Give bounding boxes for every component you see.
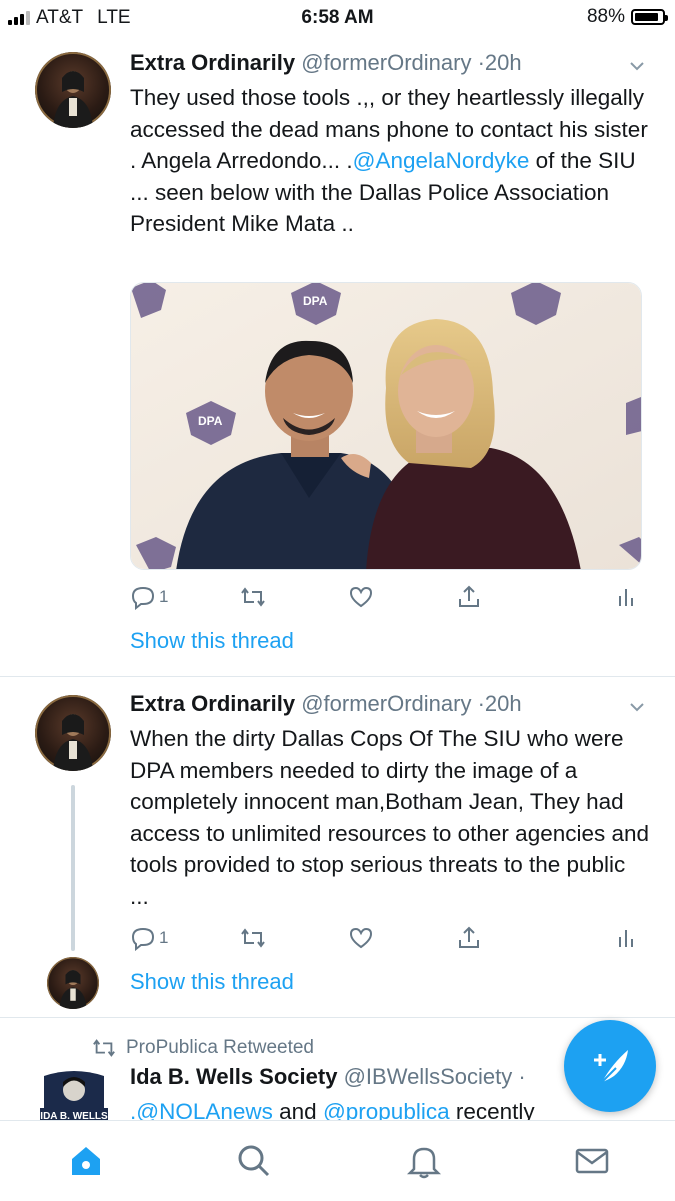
tweet-actions: 1 <box>130 584 640 614</box>
analytics-icon <box>619 589 633 606</box>
dot-separator: · <box>477 691 485 716</box>
avatar[interactable] <box>35 695 111 771</box>
status-right: 88% <box>586 6 668 28</box>
clock: 6:58 AM <box>301 7 374 28</box>
tweet-header: Ida B. Wells Society @IBWellsSociety · <box>130 1064 526 1090</box>
dot-separator: · <box>477 50 485 75</box>
avatar-small[interactable] <box>47 957 99 1009</box>
mention-link[interactable]: .@NOLAnews <box>130 1099 273 1120</box>
analytics-icon <box>619 930 633 947</box>
dot-separator: · <box>518 1064 526 1089</box>
display-name[interactable]: Extra Ordinarily <box>130 691 295 716</box>
tweet[interactable]: Extra Ordinarily @formerOrdinary ·20h Wh… <box>0 677 675 1017</box>
like-button[interactable] <box>348 925 374 951</box>
svg-text:DPA: DPA <box>303 294 328 308</box>
avatar-portrait-icon <box>35 52 111 128</box>
tweet[interactable]: Extra Ordinarily @formerOrdinary ·20h Th… <box>0 36 675 676</box>
tweet-text-part: recently <box>449 1099 535 1120</box>
tweet-header: Extra Ordinarily @formerOrdinary ·20h <box>130 50 522 76</box>
retweet-icon <box>93 1039 115 1057</box>
share-button[interactable] <box>456 925 482 951</box>
divider <box>0 1017 675 1018</box>
reply-icon <box>131 586 155 610</box>
battery-percent: 88% <box>586 6 625 27</box>
display-name[interactable]: Extra Ordinarily <box>130 50 295 75</box>
analytics-button[interactable] <box>614 584 640 610</box>
tab-bar <box>0 1120 675 1201</box>
photo-image: DPA DPA <box>131 283 641 569</box>
messages-icon[interactable] <box>572 1141 612 1181</box>
show-thread-link[interactable]: Show this thread <box>130 628 294 654</box>
svg-text:IDA B. WELLS: IDA B. WELLS <box>40 1111 108 1120</box>
retweet-context[interactable]: ProPublica Retweeted <box>92 1036 314 1060</box>
show-thread-link[interactable]: Show this thread <box>130 969 294 995</box>
home-icon[interactable] <box>66 1141 106 1181</box>
share-icon <box>459 926 479 948</box>
avatar[interactable] <box>35 52 111 128</box>
timestamp[interactable]: 20h <box>485 50 522 75</box>
tweet-photo[interactable]: DPA DPA <box>130 282 642 570</box>
avatar[interactable]: IDA B. WELLS <box>36 1068 112 1120</box>
retweet-button[interactable] <box>240 925 266 951</box>
handle[interactable]: @formerOrdinary <box>301 50 471 75</box>
reply-count: 1 <box>159 928 169 947</box>
mention-link[interactable]: @AngelaNordyke <box>353 148 530 173</box>
chevron-down-icon[interactable] <box>629 699 645 715</box>
reply-button[interactable]: 1 <box>130 925 168 951</box>
like-button[interactable] <box>348 584 374 610</box>
status-bar: AT&T LTE 6:58 AM 88% <box>0 0 675 36</box>
chevron-down-icon[interactable] <box>629 58 645 74</box>
display-name[interactable]: Ida B. Wells Society <box>130 1064 337 1089</box>
handle[interactable]: @formerOrdinary <box>301 691 471 716</box>
share-icon <box>459 585 479 607</box>
tweet-text-part: and <box>272 1099 323 1120</box>
retweet-button[interactable] <box>240 584 266 610</box>
ida-b-wells-logo-icon: IDA B. WELLS <box>40 1071 108 1120</box>
compose-button[interactable] <box>564 1020 656 1112</box>
retweet-icon <box>241 587 265 607</box>
share-button[interactable] <box>456 584 482 610</box>
avatar-portrait-icon <box>47 957 99 1009</box>
reply-button[interactable]: 1 <box>130 584 168 610</box>
retweeted-by-label: ProPublica Retweeted <box>126 1037 314 1058</box>
handle[interactable]: @IBWellsSociety <box>344 1064 513 1089</box>
reply-count: 1 <box>159 587 169 606</box>
thread-line <box>71 785 75 951</box>
compose-icon <box>594 1050 628 1083</box>
mention-link[interactable]: @propublica <box>323 1099 450 1120</box>
reply-icon <box>131 927 155 951</box>
svg-text:DPA: DPA <box>198 414 223 428</box>
search-icon[interactable] <box>234 1141 274 1181</box>
like-icon <box>349 927 373 949</box>
avatar-portrait-icon <box>35 695 111 771</box>
timestamp[interactable]: 20h <box>485 691 522 716</box>
notifications-icon[interactable] <box>404 1141 444 1181</box>
battery-icon <box>631 9 668 25</box>
like-icon <box>349 586 373 608</box>
analytics-button[interactable] <box>614 925 640 951</box>
tweet-header: Extra Ordinarily @formerOrdinary ·20h <box>130 691 522 717</box>
tweet-text: When the dirty Dallas Cops Of The SIU wh… <box>130 726 650 909</box>
tweet-actions: 1 <box>130 925 640 955</box>
tweet-text: They used those tools .,, or they heartl… <box>130 82 650 240</box>
retweet-icon <box>241 928 265 948</box>
